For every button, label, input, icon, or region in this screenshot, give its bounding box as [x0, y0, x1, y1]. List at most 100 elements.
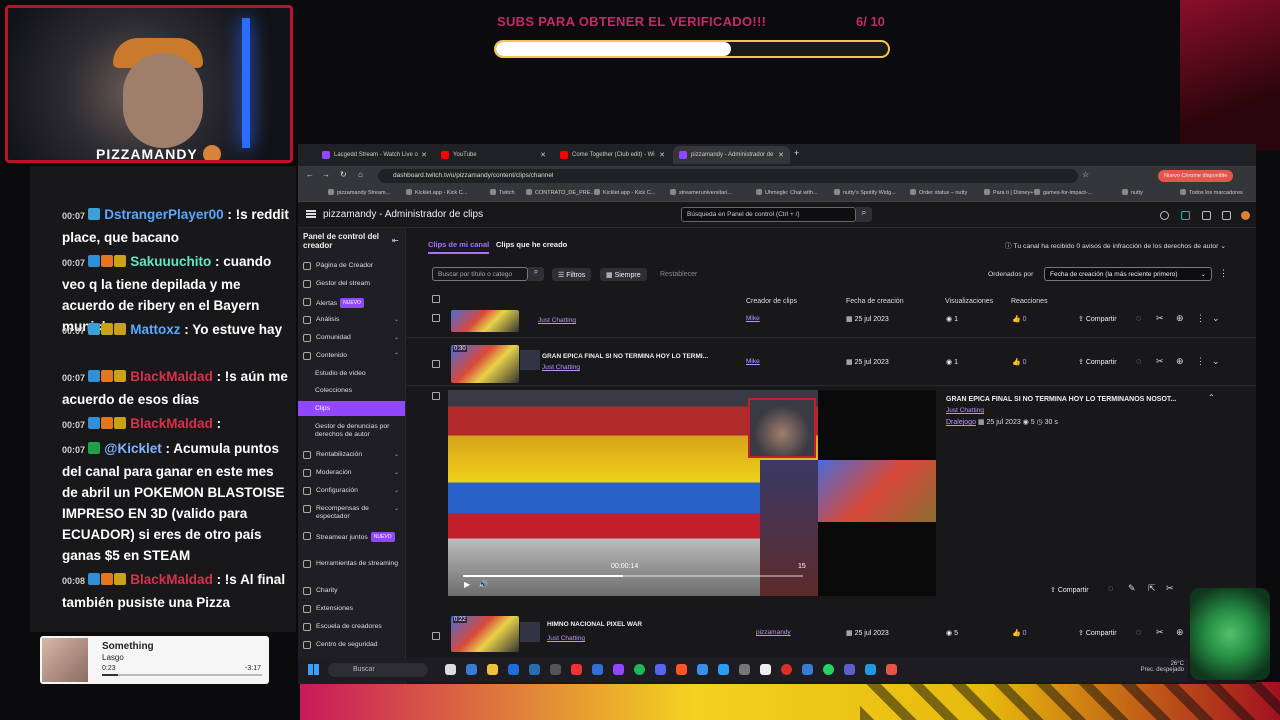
order-select[interactable]: Fecha de creación (la más reciente prime…	[1044, 267, 1212, 281]
all-bookmarks[interactable]: Todos los marcadores	[1180, 189, 1243, 196]
whispers-icon[interactable]	[1222, 211, 1231, 220]
browser-tab[interactable]: pizzamandy - Administrador de ✕	[673, 146, 790, 164]
cut-icon[interactable]: ✂	[1166, 583, 1174, 594]
address-bar[interactable]: dashboard.twitch.tv/u/pizzamandy/content…	[378, 169, 1078, 183]
edit-icon[interactable]: ✎	[1128, 583, 1136, 594]
tab-clips-i-created[interactable]: Clips que he creado	[496, 240, 567, 249]
browser-tab[interactable]: Lacgedd Stream - Watch Live o ✕	[316, 146, 433, 164]
share-button[interactable]: ⇪ Compartir	[1074, 313, 1121, 325]
taskbar-search[interactable]: Buscar	[328, 663, 428, 677]
bookmark-item[interactable]: CONTRATO_DE_PRE...	[526, 189, 595, 196]
bookmark-item[interactable]: Para ti | Disney+	[984, 189, 1033, 196]
close-tab-icon[interactable]: ✕	[540, 151, 546, 159]
tab-my-channel-clips[interactable]: Clips de mi canal	[428, 240, 490, 254]
close-tab-icon[interactable]: ✕	[421, 151, 427, 159]
star-icon[interactable]: ☆	[1082, 170, 1089, 179]
search-icon[interactable]: ⌕	[856, 207, 872, 222]
row-checkbox[interactable]	[432, 392, 440, 400]
table-row[interactable]: 0:22 HIMNO NACIONAL PIXEL WAR Just Chatt…	[406, 606, 1256, 652]
dashboard-search-input[interactable]: Búsqueda en Panel de control (Ctrl + /)	[681, 207, 856, 222]
chat-username[interactable]: BlackMaldad	[127, 369, 213, 384]
bookmark-item[interactable]: Kicklet.app - Kick C...	[594, 189, 655, 196]
period-button[interactable]: ▦ Siempre	[600, 268, 647, 281]
discord-icon[interactable]	[655, 664, 666, 675]
hide-icon[interactable]: ◌	[1108, 583, 1113, 593]
edge-icon[interactable]	[466, 664, 477, 675]
cut-icon[interactable]: ✂	[1156, 313, 1164, 324]
clip-creator[interactable]: Mike	[746, 315, 760, 322]
app-icon[interactable]	[592, 664, 603, 675]
expanded-clip-category[interactable]: Just Chatting	[946, 407, 984, 414]
clip-search-input[interactable]: Buscar por título o catego	[432, 267, 528, 281]
share-button[interactable]: ⇪ Compartir	[1046, 584, 1093, 596]
clip-category[interactable]: Just Chatting	[542, 364, 580, 371]
sidebar-item[interactable]: Streamear juntos NUEVO	[303, 532, 403, 542]
app-icon[interactable]	[550, 664, 561, 675]
chat-username[interactable]: BlackMaldad	[127, 416, 213, 431]
sidebar-item[interactable]: Gestor del stream	[303, 280, 403, 288]
weather-widget[interactable]: 26°C Prec. despejado	[1141, 661, 1184, 673]
store-icon[interactable]	[508, 664, 519, 675]
sidebar-item[interactable]: Gestor de denuncias por derechos de auto…	[303, 423, 403, 439]
reload-icon[interactable]: ↻	[340, 170, 347, 179]
clip-thumbnail[interactable]: 0:22	[451, 616, 519, 652]
chat-username[interactable]: BlackMaldad	[127, 572, 213, 587]
chat-username[interactable]: DstrangerPlayer00	[101, 207, 223, 222]
clip-video-player[interactable]: 00:00:14 15 ▶ 🔊	[448, 390, 818, 596]
inbox-icon[interactable]	[1202, 211, 1211, 220]
row-checkbox[interactable]	[432, 360, 440, 368]
play-icon[interactable]: ▶	[464, 580, 470, 589]
app-icon[interactable]	[886, 664, 897, 675]
clip-creator[interactable]: pizzamandy	[756, 629, 791, 636]
back-icon[interactable]: ←	[306, 170, 314, 179]
cut-icon[interactable]: ✂	[1156, 356, 1164, 367]
clip-title[interactable]: GRAN EPICA FINAL SI NO TERMINA HOY LO TE…	[542, 353, 708, 360]
row-checkbox[interactable]	[432, 314, 440, 322]
chrome-icon[interactable]	[781, 664, 792, 675]
close-tab-icon[interactable]: ✕	[778, 151, 784, 159]
help-icon[interactable]	[1160, 211, 1169, 220]
cut-icon[interactable]: ✂	[1156, 627, 1164, 638]
user-avatar[interactable]	[1241, 211, 1250, 220]
external-link-icon[interactable]: ⇱	[1148, 583, 1156, 594]
forward-icon[interactable]: →	[322, 170, 330, 179]
clip-title[interactable]: HIMNO NACIONAL PIXEL WAR	[547, 621, 642, 628]
more-options-icon[interactable]: ⋮	[1219, 268, 1228, 279]
app-icon[interactable]	[571, 664, 582, 675]
bookmark-item[interactable]: nutty	[1122, 189, 1143, 196]
sidebar-item[interactable]: Moderación ⌄	[303, 469, 403, 477]
bookmark-item[interactable]: streameruniversitari...	[670, 189, 732, 196]
clip-thumbnail[interactable]	[451, 310, 519, 332]
bookmark-item[interactable]: nutty's Spotify Widg...	[834, 189, 896, 196]
hide-icon[interactable]: ◌	[1136, 313, 1141, 323]
app-icon[interactable]	[718, 664, 729, 675]
player-seek-bar[interactable]	[463, 575, 803, 577]
sidebar-item[interactable]: Análisis ⌄	[303, 316, 403, 324]
app-icon[interactable]	[739, 664, 750, 675]
chevron-up-icon[interactable]: ⌃	[1208, 393, 1215, 402]
collapse-sidebar-icon[interactable]: ⇤	[392, 236, 399, 245]
bookmark-item[interactable]: games-for-impact-...	[1034, 189, 1092, 196]
sidebar-item[interactable]: Charity	[303, 587, 403, 595]
sidebar-item[interactable]: Centro de seguridad	[303, 641, 403, 649]
browser-tab[interactable]: Come Together (Club edit) - Wi ✕	[554, 146, 671, 164]
sidebar-item-clips[interactable]: Clips	[298, 401, 405, 416]
whatsapp-icon[interactable]	[823, 664, 834, 675]
clip-thumbnail[interactable]: 0:30	[451, 345, 519, 383]
spotify-icon[interactable]	[634, 664, 645, 675]
chevron-down-icon[interactable]: ⌄	[1212, 313, 1220, 324]
clip-category[interactable]: Just Chatting	[547, 635, 585, 642]
close-tab-icon[interactable]: ✕	[659, 151, 665, 159]
search-icon[interactable]: ⌕	[528, 267, 544, 281]
bookmark-item[interactable]: Order status – nutty	[910, 189, 967, 196]
sidebar-item[interactable]: Extensiones	[303, 605, 403, 613]
brave-icon[interactable]	[676, 664, 687, 675]
bookmark-item[interactable]: Uhmegle: Chat with...	[756, 189, 818, 196]
new-tab-icon[interactable]: +	[794, 148, 799, 158]
app-icon[interactable]	[760, 664, 771, 675]
chrome-update-badge[interactable]: Nuevo Chrome disponible	[1158, 170, 1234, 182]
share-button[interactable]: ⇪ Compartir	[1074, 356, 1121, 368]
task-view-icon[interactable]	[445, 664, 456, 675]
chat-username[interactable]: Sakuuuchito	[127, 254, 211, 269]
sidebar-item[interactable]: Contenido ⌃	[303, 352, 403, 360]
